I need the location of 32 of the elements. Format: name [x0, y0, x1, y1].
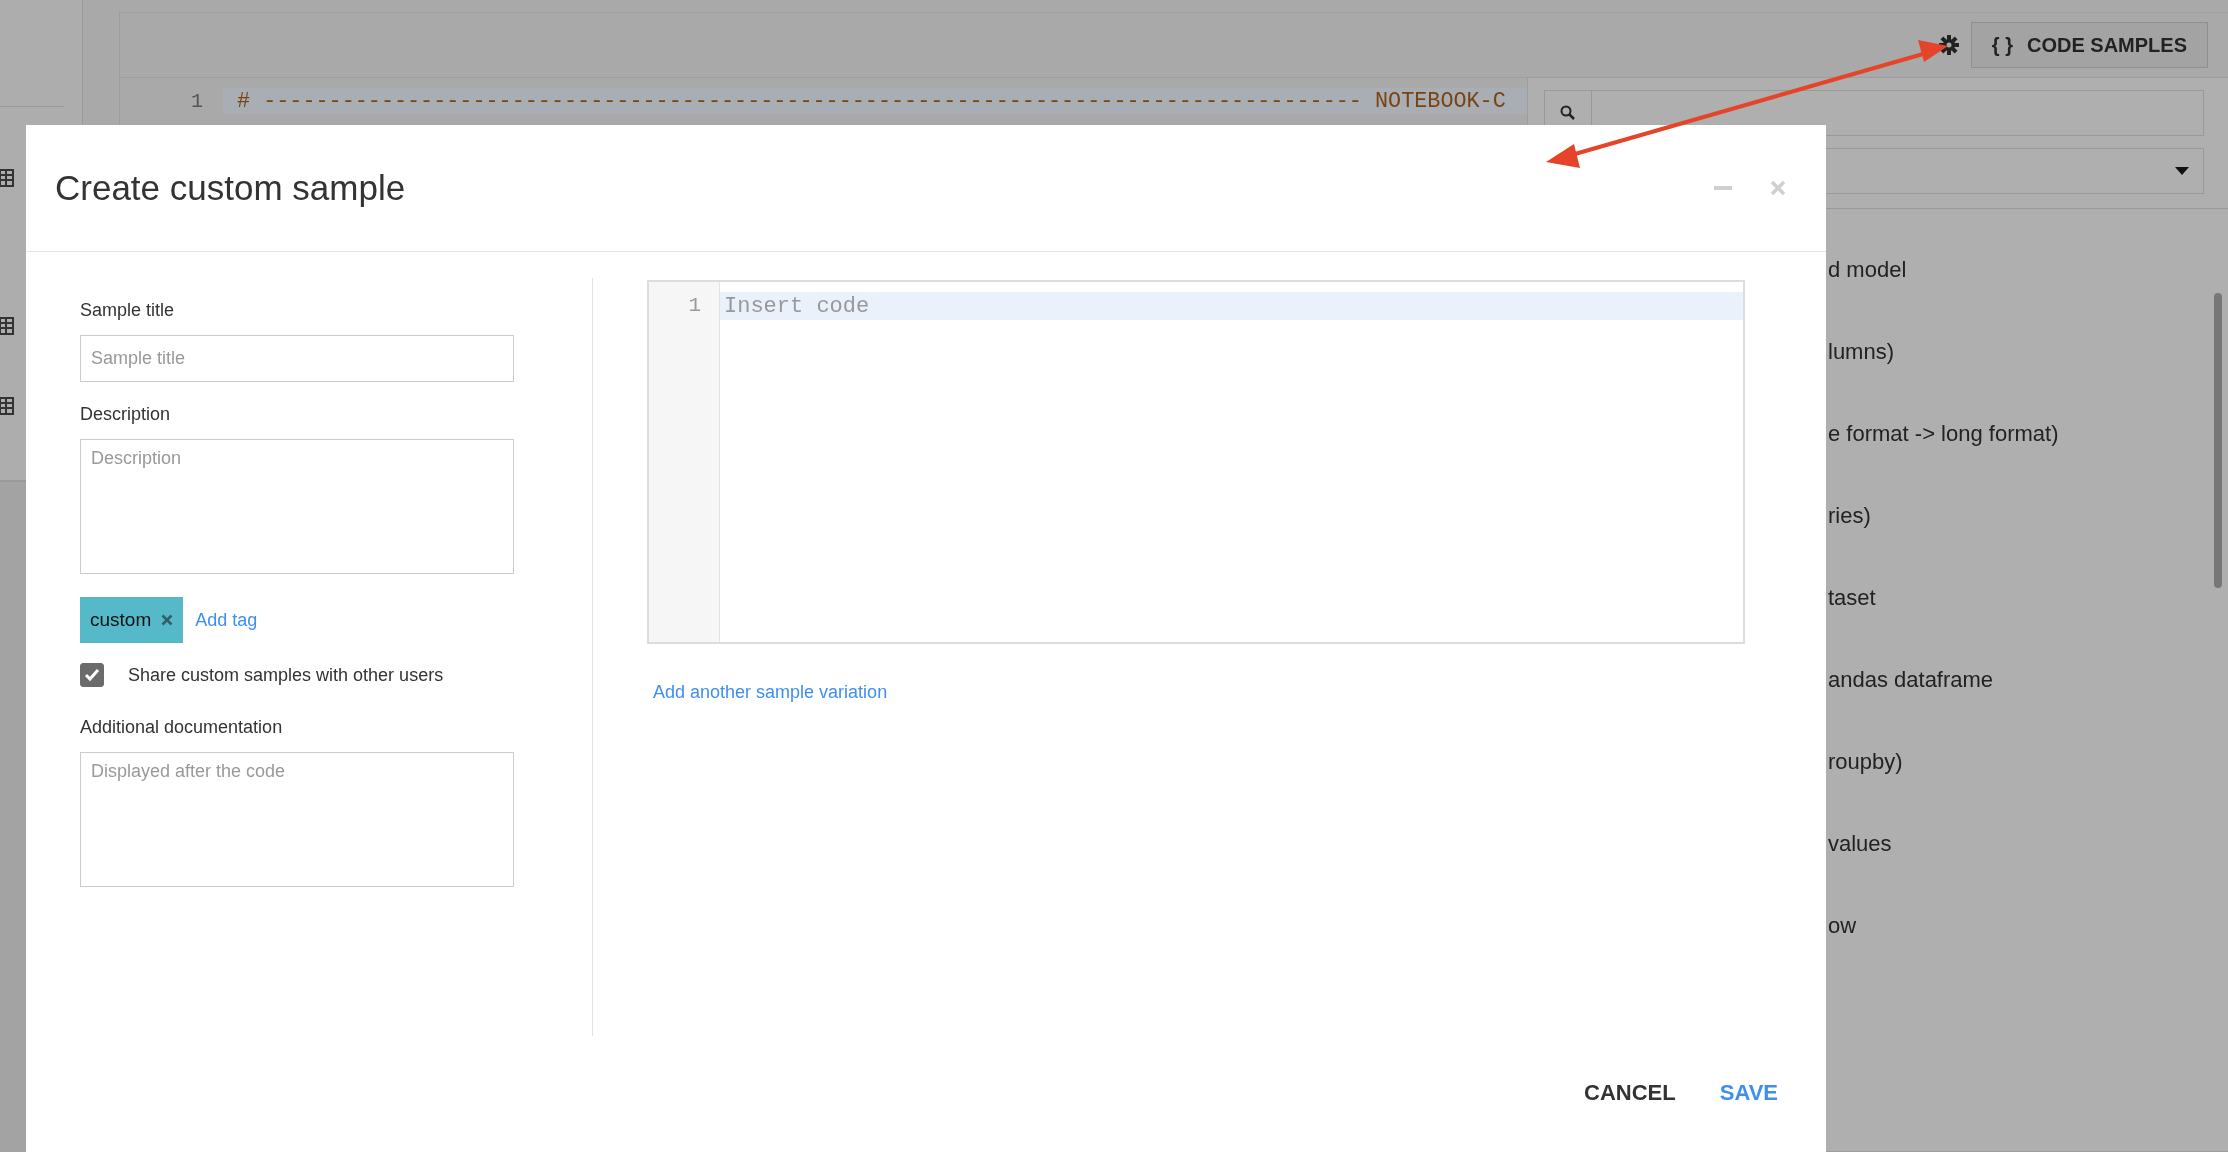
share-checkbox[interactable] [80, 663, 104, 687]
sample-item[interactable]: values [1828, 831, 2228, 857]
field-label: Description [80, 404, 171, 425]
title-input[interactable]: Sample title [80, 335, 514, 382]
sample-item[interactable]: e format -> long format) [1828, 421, 2228, 447]
sample-item[interactable]: roupby) [1828, 749, 2228, 775]
sample-item[interactable]: lumns) [1828, 339, 2228, 365]
sample-item[interactable]: d model [1828, 257, 2228, 283]
table-icon[interactable] [0, 169, 14, 187]
sample-item[interactable]: ries) [1828, 503, 2228, 529]
remove-tag-icon[interactable] [161, 614, 174, 626]
sample-item[interactable]: taset [1828, 585, 2228, 611]
field-label: Sample title [80, 300, 175, 321]
caret-icon [2175, 167, 2189, 175]
line-number: 1 [688, 293, 701, 319]
documentation-input[interactable]: Displayed after the code [80, 752, 514, 887]
sample-item[interactable]: andas dataframe [1828, 667, 2228, 693]
field-label: Additional documentation [80, 717, 283, 738]
code-samples-button[interactable]: { } CODE SAMPLES [1970, 22, 2208, 68]
cancel-button[interactable]: CANCEL [1576, 1074, 1684, 1112]
tag-label: custom [90, 609, 152, 631]
checkmark-icon [84, 668, 100, 682]
description-input[interactable]: Description [80, 439, 514, 574]
search-icon [1560, 105, 1576, 121]
code-line: # ------------------------------------------------------------------------------------ NOTEBOOK-C [237, 88, 1506, 114]
line-number: 1 [190, 89, 203, 113]
checkbox-label: Share custom samples with other users [128, 664, 444, 686]
table-icon[interactable] [0, 397, 14, 415]
table-icon[interactable] [0, 317, 14, 335]
sample-item[interactable]: ow [1828, 913, 2228, 939]
dialog-title: Create custom sample [55, 168, 407, 208]
code-placeholder: Insert code [724, 293, 870, 319]
